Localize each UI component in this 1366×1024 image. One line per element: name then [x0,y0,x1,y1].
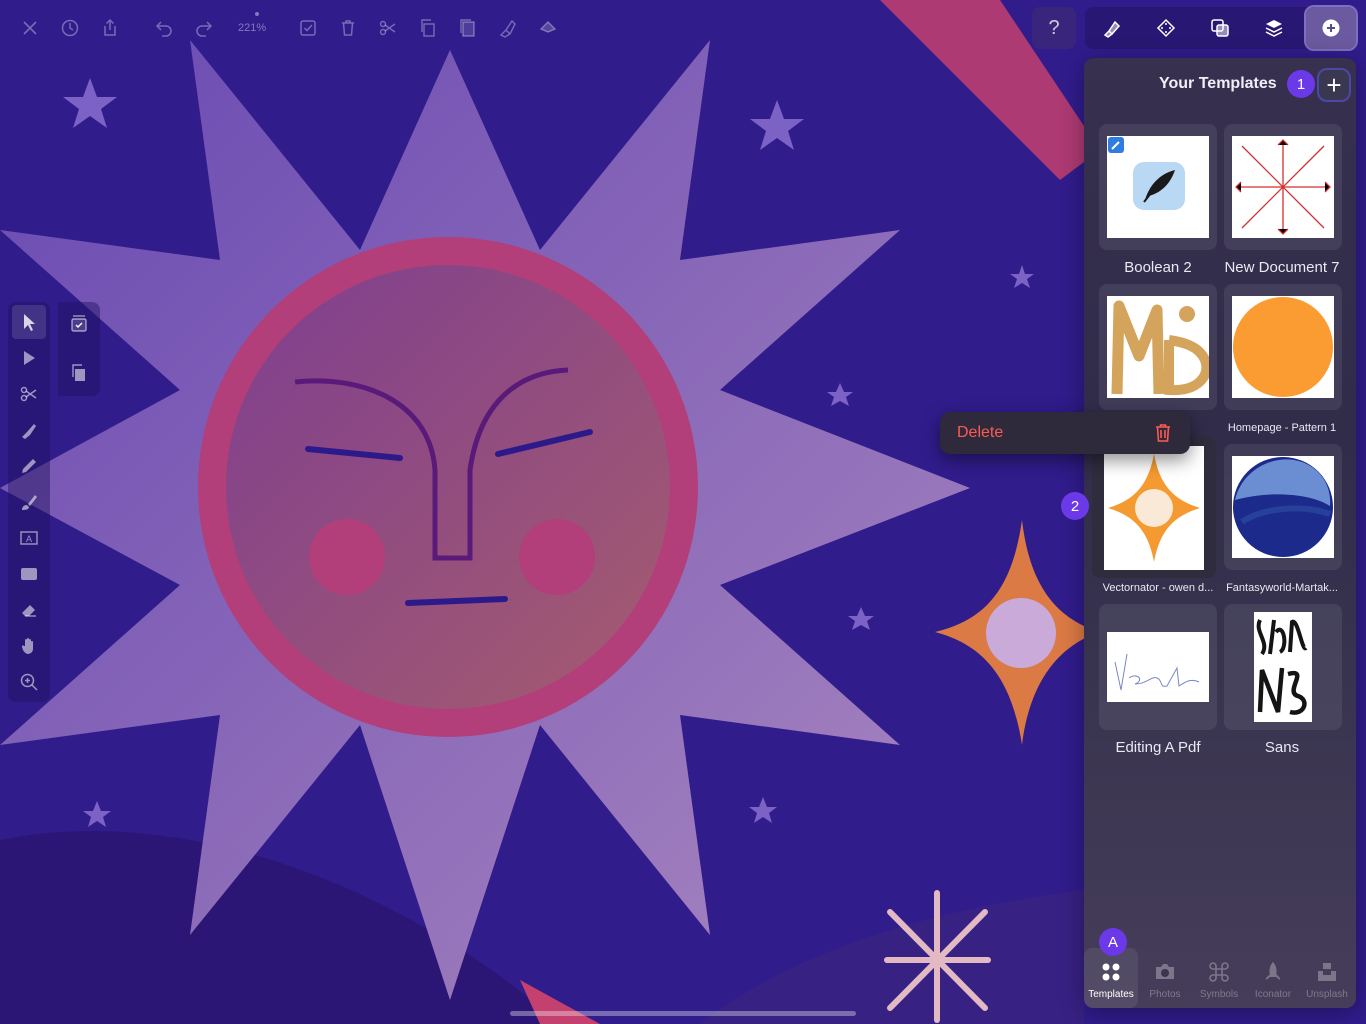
templates-panel: Your Templates 1 + Boolean 2 New Documen… [1084,58,1356,1008]
left-tool-palette: A [8,302,50,702]
boolean-icon[interactable] [1198,7,1242,49]
left-sub-palette [58,302,100,396]
unsplash-icon [1318,963,1336,981]
zoom-level[interactable]: 221% [238,22,266,34]
text-tool-icon[interactable]: A [16,525,42,551]
template-tile-selected[interactable] [1092,436,1216,578]
tab-label: Iconator [1254,989,1292,1000]
help-button[interactable]: ? [1032,7,1076,49]
template-thumbnail [1107,632,1209,702]
add-circle-icon[interactable] [1304,5,1358,51]
template-tile[interactable] [1099,124,1217,250]
duplicate-icon[interactable] [66,360,92,386]
tab-templates[interactable]: Templates [1084,948,1138,1008]
template-tile[interactable] [1224,124,1342,250]
rectangle-tool-icon[interactable] [16,561,42,587]
template-thumbnail [1232,136,1334,238]
cut-icon[interactable] [370,10,406,46]
redo-icon[interactable] [186,10,222,46]
template-tile[interactable] [1224,604,1342,730]
template-name: Vectornator - owen d... [1102,582,1214,594]
template-thumbnail [1254,612,1312,722]
step-badge-1: 1 [1287,70,1315,98]
template-name: Boolean 2 [1124,259,1192,276]
selection-tool-icon[interactable] [12,305,46,339]
delete-menu-item[interactable]: Delete [957,424,1003,442]
history-icon[interactable] [52,10,88,46]
undo-icon[interactable] [146,10,182,46]
template-tile[interactable] [1099,284,1217,410]
tab-unsplash[interactable]: Unsplash [1300,948,1354,1008]
template-thumbnail [1232,456,1334,558]
template-name: Homepage - Pattern 1 [1227,422,1337,434]
template-tile[interactable] [1099,604,1217,730]
command-icon [1209,962,1229,982]
brush-tool-icon[interactable] [16,489,42,515]
pencil-tool-icon[interactable] [16,453,42,479]
svg-text:A: A [26,534,32,544]
paste-icon[interactable] [450,10,486,46]
pen-options-icon[interactable] [490,10,526,46]
add-template-button[interactable]: + [1317,68,1351,102]
tab-symbols[interactable]: Symbols [1192,948,1246,1008]
context-menu: Delete [940,412,1190,454]
template-thumbnail [1232,296,1334,398]
tab-iconator[interactable]: Iconator [1246,948,1300,1008]
grid-icon[interactable] [1144,7,1188,49]
layers-icon[interactable] [1252,7,1296,49]
template-thumbnail [1107,136,1209,238]
zoom-tool-icon[interactable] [16,669,42,695]
pen-settings-icon[interactable] [1090,7,1134,49]
step-badge-2: 2 [1061,492,1089,520]
grid-dots-icon [1102,963,1120,981]
tab-label: Unsplash [1306,989,1348,1000]
template-name: New Document 7 [1224,259,1340,276]
tab-label: Photos [1149,989,1181,1000]
avatar[interactable]: A [1099,928,1127,956]
template-name: Sans [1264,739,1300,756]
panel-tabbar: Templates Photos Symbols Iconator Unspla… [1084,948,1356,1008]
close-icon[interactable] [12,10,48,46]
template-tile[interactable] [1224,284,1342,410]
fill-icon[interactable] [530,10,566,46]
panel-title: Your Templates [1159,75,1277,92]
zoom-indicator-dot [255,12,259,16]
rocket-icon [1266,962,1280,980]
template-thumbnail [1104,446,1204,570]
panel-header: Your Templates 1 + [1084,58,1356,110]
node-tool-icon[interactable] [16,345,42,371]
template-thumbnail [1107,296,1209,398]
camera-icon [1156,964,1174,979]
share-icon[interactable] [92,10,128,46]
hand-tool-icon[interactable] [16,633,42,659]
tab-label: Templates [1088,989,1134,1000]
trash-icon[interactable] [330,10,366,46]
home-indicator [510,1011,856,1016]
eraser-tool-icon[interactable] [16,597,42,623]
template-name: Editing A Pdf [1115,739,1201,756]
select-all-icon[interactable] [66,310,92,336]
template-name: Fantasyworld-Martak... [1226,582,1338,594]
copy-icon[interactable] [410,10,446,46]
select-all-icon[interactable] [290,10,326,46]
template-tile[interactable] [1224,444,1342,570]
scissors-tool-icon[interactable] [16,381,42,407]
tab-photos[interactable]: Photos [1138,948,1192,1008]
pen-tool-icon[interactable] [16,417,42,443]
trash-icon[interactable] [1152,422,1174,444]
tab-label: Symbols [1199,989,1239,1000]
